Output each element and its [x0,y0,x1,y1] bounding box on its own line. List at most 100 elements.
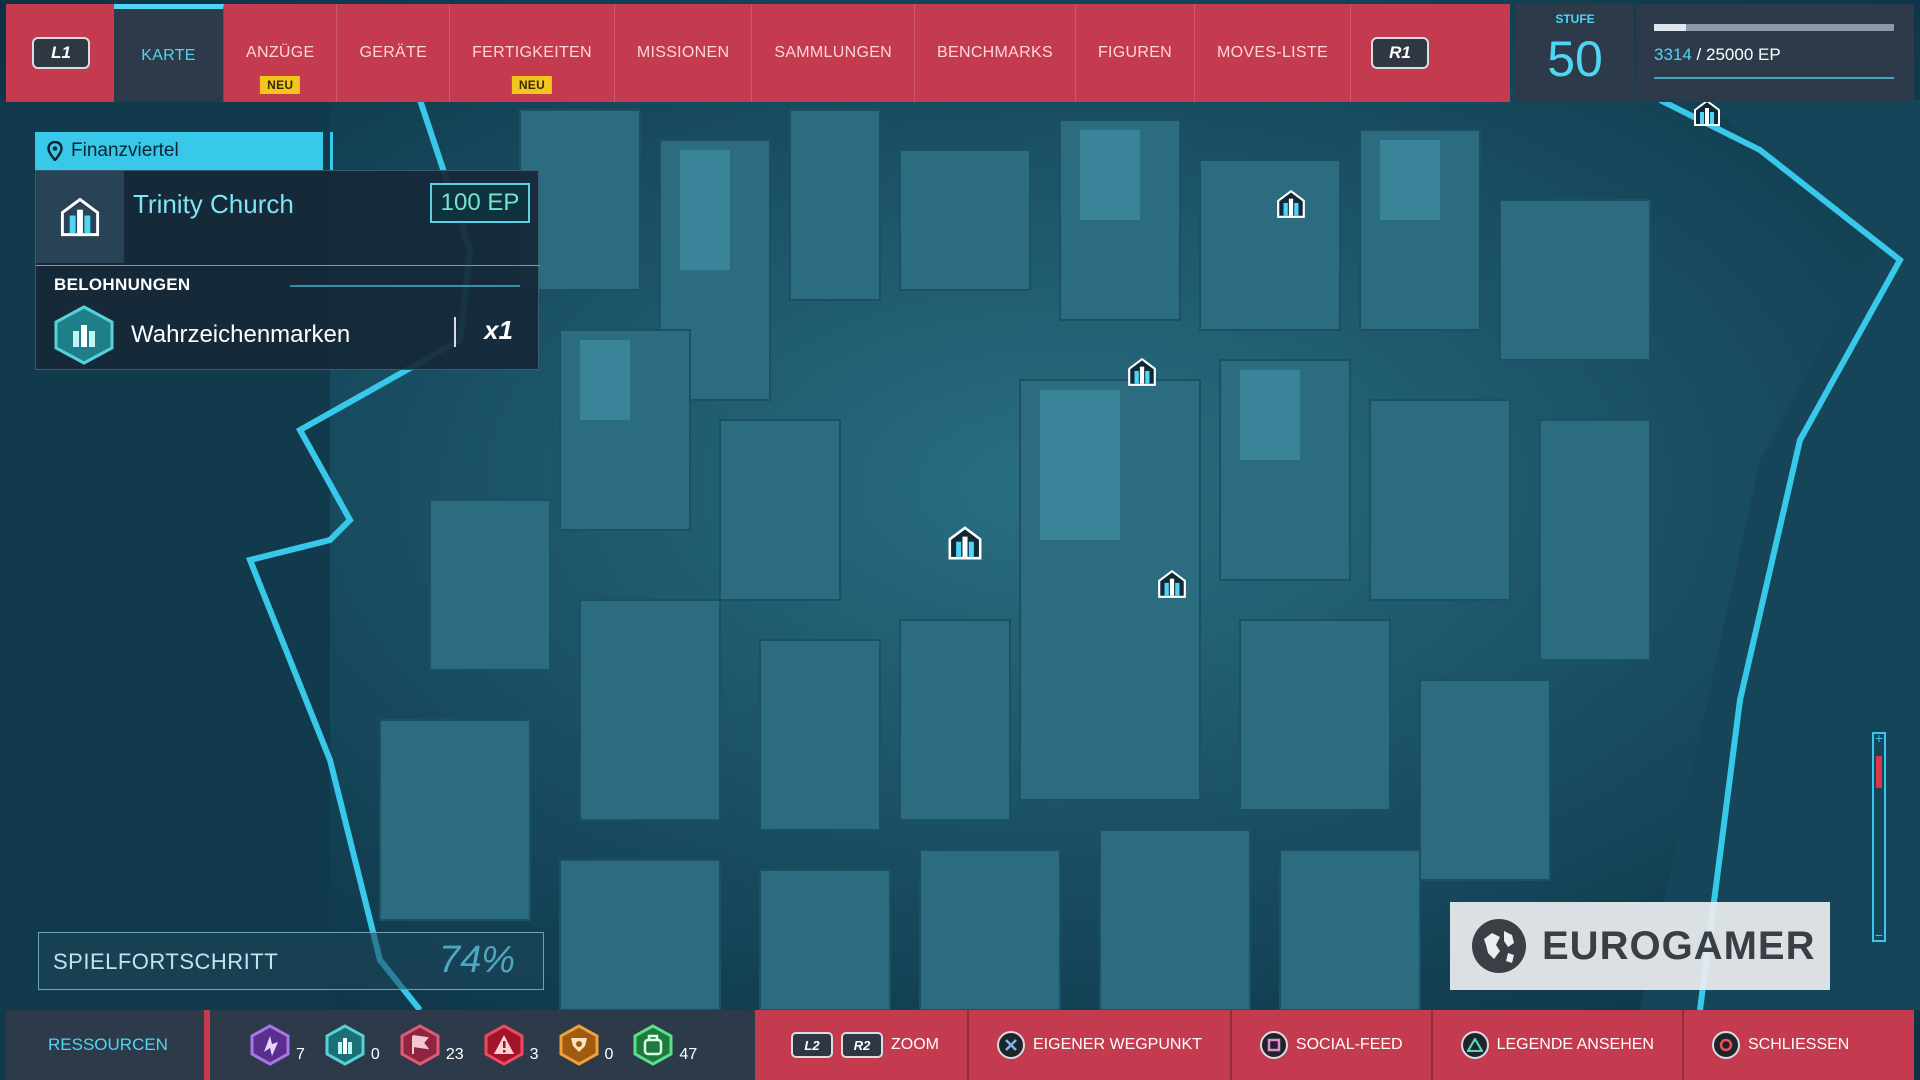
globe-logo-icon [1472,919,1526,973]
level-box: STUFE 50 [1516,4,1634,102]
r2-button[interactable]: R2 [841,1032,883,1058]
level-label: STUFE [1555,12,1595,26]
resource-count: 0 [370,1046,380,1063]
tab-geraete[interactable]: GERÄTE [337,4,451,102]
resource-base-token: 3 [482,1024,539,1066]
tab-label: FIGUREN [1097,44,1173,61]
progress-label: SPIELFORTSCHRITT [53,949,279,974]
xp-current: 3314 [1654,45,1692,64]
zoom-label: ZOOM [891,1036,939,1053]
landmark-marker-icon[interactable] [1156,568,1188,600]
tab-label: BENCHMARKS [937,44,1053,61]
landmark-token-icon [325,1024,365,1066]
close-prompt[interactable]: SCHLIESSEN [1681,1010,1877,1080]
cross-button-icon[interactable] [997,1031,1025,1059]
tab-benchmarks[interactable]: BENCHMARKS [915,4,1076,102]
resource-crime-token: 23 [398,1024,464,1066]
social-prompt[interactable]: SOCIAL-FEED [1229,1010,1431,1080]
tab-moves-liste[interactable]: MOVES-LISTE [1195,4,1351,102]
resources-label: RESSOURCEN [6,1010,204,1080]
square-button-icon[interactable] [1259,1031,1288,1059]
xp-text: 3314 / 25000 EP [1654,45,1896,65]
resource-count: 3 [529,1046,539,1063]
xp-total: 25000 EP [1706,45,1781,64]
zoom-out-icon[interactable]: − [1872,928,1886,942]
map-screen: L1 KARTE ANZÜGE NEU GERÄTE FERTIGKEITEN NE… [0,0,1920,1080]
tab-sammlungen[interactable]: SAMMLUNGEN [752,4,916,102]
crime-token-icon [400,1024,440,1066]
resource-count: 0 [604,1046,614,1063]
benchmark-token-icon [250,1024,290,1066]
reward-separator [454,317,456,347]
xp-bar-fill [1654,24,1686,31]
zoom-in-icon[interactable]: + [1872,731,1886,746]
resource-landmark-token: 0 [323,1024,380,1066]
tab-figuren[interactable]: FIGUREN [1076,4,1196,102]
zoom-slider[interactable]: + − [1872,731,1886,942]
eurogamer-watermark: EUROGAMER [1450,902,1830,990]
zoom-prompt[interactable]: L2 R2 ZOOM [773,1010,967,1080]
nav-tabs: KARTE ANZÜGE NEU GERÄTE FERTIGKEITEN NEU M… [114,4,1351,102]
landmark-icon [60,197,100,237]
tab-label: SAMMLUNGEN [774,44,893,61]
landmark-info-panel: Trinity Church 100 EP BELOHNUNGEN Wahrze… [35,170,540,370]
r1-button[interactable]: R1 [1370,37,1429,69]
waypoint-prompt[interactable]: EIGENER WEGPUNKT [967,1010,1230,1080]
tab-label: KARTE [141,46,196,64]
panel-divider [36,265,540,266]
resource-challenge-token: 0 [557,1024,614,1066]
landmark-ep-reward: 100 EP [430,183,530,223]
tab-label: FERTIGKEITEN [472,44,592,61]
button-prompts: L2 R2 ZOOM EIGENER WEGPUNKT SOCIAL-FEED … [773,1010,1877,1080]
social-label: SOCIAL-FEED [1295,1036,1403,1053]
challenge-token-icon [559,1024,599,1066]
resource-benchmark-token: 7 [248,1024,305,1066]
xp-bar [1654,24,1894,31]
landmark-marker-icon[interactable] [1126,356,1158,388]
tab-missionen[interactable]: MISSIONEN [615,4,753,102]
game-progress: SPIELFORTSCHRITT 74% [38,932,544,990]
legend-prompt[interactable]: LEGENDE ANSEHEN [1430,1010,1682,1080]
xp-separator: / [1691,45,1706,64]
reward-quantity: x1 [484,315,513,345]
tab-label: MISSIONEN [636,44,730,61]
top-nav: L1 KARTE ANZÜGE NEU GERÄTE FERTIGKEITEN NE… [6,4,1510,102]
district-tag: Finanzviertel [35,132,333,170]
xp-underline [1654,77,1894,79]
progress-value: 74% [439,939,516,981]
landmark-marker-icon[interactable] [1692,98,1722,128]
tab-fertigkeiten[interactable]: FERTIGKEITEN NEU [450,4,615,102]
circle-button-icon[interactable] [1711,1031,1740,1059]
new-badge: NEU [511,76,553,94]
tab-karte[interactable]: KARTE [114,4,224,102]
bottom-bar: RESSOURCEN 7 0 23 3 0 47 L2 R2 ZOOM EIGE… [6,1010,1914,1080]
waypoint-label: EIGENER WEGPUNKT [1033,1036,1202,1053]
selected-landmark-marker-icon[interactable] [946,524,984,562]
resource-count: 23 [445,1046,464,1063]
tab-label: MOVES-LISTE [1217,44,1328,61]
landmark-icon-cell [36,171,124,263]
zoom-slider-knob[interactable] [1876,756,1882,788]
resource-research-token: 47 [631,1024,697,1066]
landmark-name: Trinity Church [133,189,294,219]
tab-label: GERÄTE [359,44,428,61]
rewards-label: BELOHNUNGEN [54,275,191,294]
l2-button[interactable]: L2 [791,1032,833,1058]
district-name: Finanzviertel [71,140,179,161]
tab-label: ANZÜGE [246,44,315,61]
level-value: 50 [1547,31,1603,87]
research-token-icon [633,1024,673,1066]
tab-anzuege[interactable]: ANZÜGE NEU [224,4,338,102]
resource-count: 7 [296,1046,305,1063]
reward-name: Wahrzeichenmarken [131,321,351,348]
resource-list: 7 0 23 3 0 47 [210,1010,755,1080]
close-label: SCHLIESSEN [1747,1036,1850,1053]
landmark-marker-icon[interactable] [1275,188,1307,220]
triangle-button-icon[interactable] [1460,1031,1489,1059]
map-pin-icon [47,141,63,161]
rewards-line [290,285,520,287]
watermark-text: EUROGAMER [1542,923,1816,968]
legend-label: LEGENDE ANSEHEN [1496,1036,1654,1053]
tag-tick [330,132,333,170]
l1-button[interactable]: L1 [32,37,90,69]
